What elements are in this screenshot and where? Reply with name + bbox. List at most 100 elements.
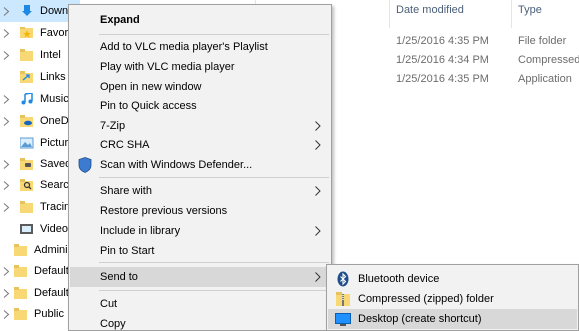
submenu-arrow-icon [315,226,321,236]
menu-item-label: Scan with Windows Defender... [100,159,253,171]
context-menu: Expand Add to VLC media player's Playlis… [68,4,332,331]
chevron-right-icon[interactable] [0,27,12,39]
menu-item-play-with-vlc[interactable]: Play with VLC media player [70,57,330,77]
downloads-icon [20,5,34,17]
nav-item-label: Default. [34,287,72,299]
submenu-item-desktop-shortcut[interactable]: Desktop (create shortcut) [328,309,577,329]
file-type-cell[interactable]: File folder [518,35,566,47]
nav-item-music[interactable]: Music [0,88,69,110]
menu-item-pin-quick-access[interactable]: Pin to Quick access [70,96,330,116]
windows-defender-icon [78,157,92,173]
send-to-submenu: Bluetooth device Compressed (zipped) fol… [326,264,579,331]
nav-item-label: Links [40,71,66,83]
menu-item-cut[interactable]: Cut [70,294,330,314]
menu-item-share-with[interactable]: Share with [70,181,330,201]
file-date-cell[interactable]: 1/25/2016 4:34 PM [396,54,489,66]
column-separator[interactable] [511,0,512,28]
searches-icon [20,179,34,191]
menu-separator [99,262,329,263]
saved-games-icon [20,158,34,170]
bluetooth-icon [335,271,351,287]
chevron-right-icon[interactable] [0,179,12,191]
menu-item-label: CRC SHA [100,139,150,151]
menu-item-include-in-library[interactable]: Include in library [70,221,330,241]
pictures-icon [20,137,34,149]
nav-item-label: Default [34,265,69,277]
nav-item-videos[interactable]: Videos [0,218,73,240]
nav-item-label: Downl [40,5,71,17]
submenu-item-label: Bluetooth device [358,273,440,285]
zip-folder-icon [335,291,351,307]
nav-item-default-migrated[interactable]: Default. [0,282,72,304]
chevron-right-icon[interactable] [0,115,12,127]
nav-item-links[interactable]: Links [0,66,66,88]
submenu-arrow-icon [315,186,321,196]
submenu-item-compressed-folder[interactable]: Compressed (zipped) folder [328,289,577,309]
menu-item-7zip[interactable]: 7-Zip [70,116,330,136]
desktop-icon [335,311,351,327]
nav-item-administrator[interactable]: Adminis [0,239,73,261]
folder-icon [14,308,28,320]
submenu-item-label: Compressed (zipped) folder [358,293,494,305]
nav-item-public[interactable]: Public [0,303,64,325]
menu-item-scan-defender[interactable]: Scan with Windows Defender... [70,155,330,175]
folder-icon [14,265,28,277]
folder-icon [20,49,34,61]
star-folder-icon [20,27,34,39]
submenu-item-label: Desktop (create shortcut) [358,313,482,325]
column-header-type[interactable]: Type [518,4,542,16]
menu-item-label: Share with [100,185,152,197]
column-header-date-modified[interactable]: Date modified [396,4,464,16]
chevron-right-icon[interactable] [0,287,12,299]
nav-item-favorites[interactable]: Favorit [0,22,74,44]
menu-item-crc-sha[interactable]: CRC SHA [70,135,330,155]
nav-item-saved[interactable]: Saved [0,153,71,175]
nav-item-pictures[interactable]: Picture [0,132,74,154]
menu-item-label: 7-Zip [100,120,126,132]
links-folder-icon [20,71,34,83]
nav-item-label: Music [40,93,69,105]
menu-item-restore-previous[interactable]: Restore previous versions [70,201,330,221]
nav-item-label: Saved [40,158,72,170]
submenu-arrow-icon [315,272,321,282]
menu-item-label: Send to [100,271,138,283]
menu-separator [99,290,329,291]
menu-item-add-to-vlc-playlist[interactable]: Add to VLC media player's Playlist [70,37,330,57]
menu-item-expand[interactable]: Expand [70,10,330,30]
file-type-cell[interactable]: Application [518,73,572,85]
chevron-right-icon[interactable] [0,5,12,17]
folder-icon [20,201,34,213]
menu-item-copy[interactable]: Copy [70,314,330,331]
chevron-right-icon[interactable] [0,308,12,320]
submenu-item-bluetooth[interactable]: Bluetooth device [328,269,577,289]
submenu-arrow-icon [315,140,321,150]
chevron-right-icon[interactable] [0,49,12,61]
nav-item-label: Intel [40,49,61,61]
chevron-right-icon[interactable] [0,201,12,213]
nav-item-onedrive[interactable]: OneDr [0,110,72,132]
file-type-cell[interactable]: Compressed [518,54,579,66]
nav-item-default[interactable]: Default [0,260,69,282]
submenu-arrow-icon [315,121,321,131]
videos-icon [20,223,34,235]
folder-icon [14,244,28,256]
menu-item-pin-to-start[interactable]: Pin to Start [70,241,330,261]
nav-item-intel[interactable]: Intel [0,44,61,66]
menu-item-send-to[interactable]: Send to [70,267,330,287]
menu-item-label: Include in library [100,225,181,237]
chevron-right-icon[interactable] [0,265,12,277]
menu-separator [99,177,329,178]
file-date-cell[interactable]: 1/25/2016 4:35 PM [396,35,489,47]
column-separator[interactable] [389,0,390,28]
onedrive-folder-icon [20,115,34,127]
music-icon [20,93,34,105]
menu-separator [99,34,329,35]
nav-item-label: Public [34,308,64,320]
nav-item-tracing[interactable]: Tracing [0,196,76,218]
file-date-cell[interactable]: 1/25/2016 4:35 PM [396,73,489,85]
menu-item-open-new-window[interactable]: Open in new window [70,77,330,97]
folder-icon [14,287,28,299]
nav-item-searches[interactable]: Search [0,174,75,196]
chevron-right-icon[interactable] [0,158,12,170]
chevron-right-icon[interactable] [0,93,12,105]
